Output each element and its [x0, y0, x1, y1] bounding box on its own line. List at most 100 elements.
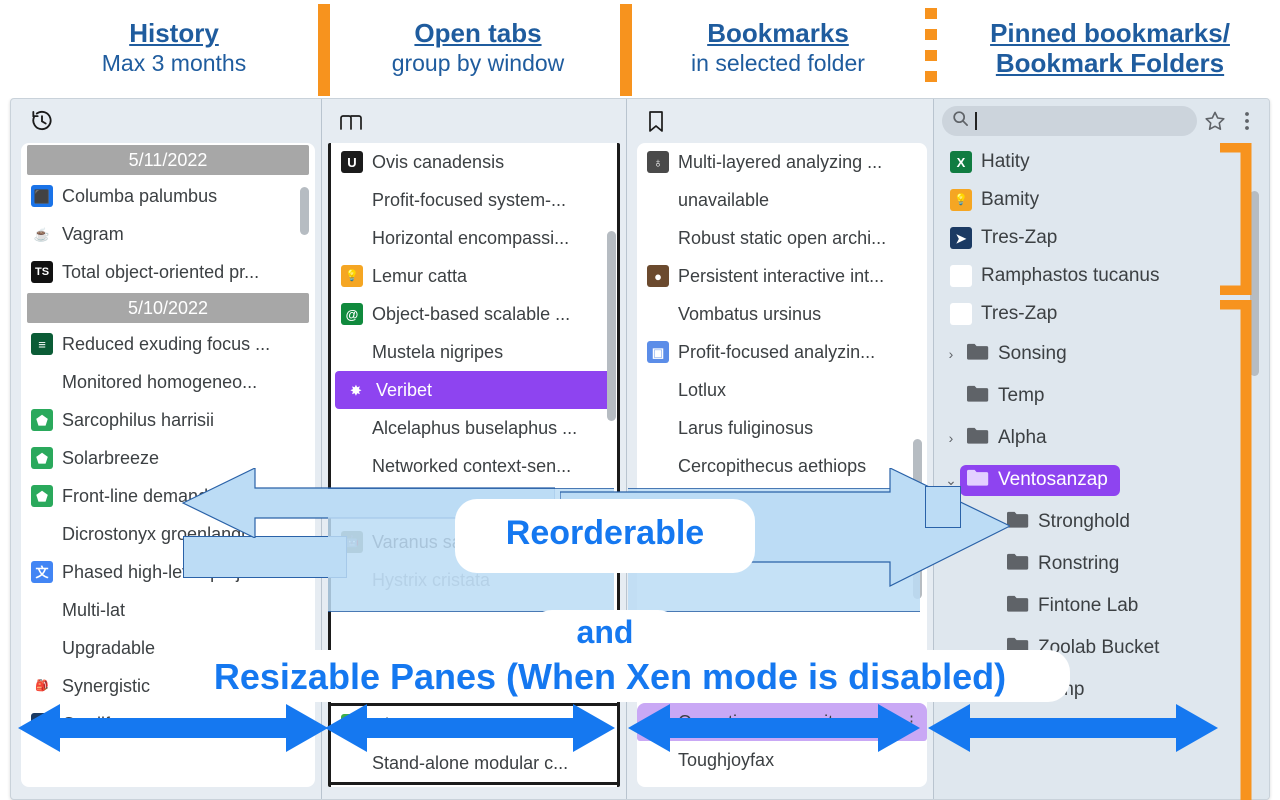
folder-item-body[interactable]: Ronstring	[1000, 549, 1131, 580]
list-item[interactable]: ■ Chauna torquata	[331, 706, 617, 744]
browser-sidepanel-window: 5/11/2022 ⬛ Columba palumbus ☕ Vagram TS Total…	[10, 98, 1270, 800]
list-item[interactable]: ▣ Profit-focused analyzin...	[637, 333, 927, 371]
list-item-label: Total object-oriented pr...	[62, 261, 260, 282]
list-item[interactable]: ✎ Mustela nigripes	[331, 333, 617, 371]
open-tabs-scrollbar-thumb[interactable]	[607, 231, 616, 421]
list-item[interactable]: ∵ Networked context-sen...	[331, 447, 617, 485]
list-item-label: Horizontal encompassi...	[372, 227, 570, 248]
list-item[interactable]: ☕ Vagram	[21, 215, 315, 253]
folder-item-body[interactable]: Ventosanzap	[960, 464, 1120, 496]
list-item-label: Veribet	[376, 379, 433, 400]
history-scrollbar-thumb[interactable]	[300, 187, 309, 235]
folder-item-body[interactable]: Stronghold	[1000, 507, 1142, 538]
header-column-pinned: Pinned bookmarks/ Bookmark Folders	[950, 18, 1270, 78]
list-item[interactable]: 🤖 Varanus salvator	[331, 523, 617, 561]
list-item[interactable]: W Robust static open archi...	[637, 219, 927, 257]
list-item[interactable]: TS Total object-oriented pr...	[21, 253, 315, 291]
folder-item-body[interactable]: Temp	[960, 381, 1056, 412]
open-tabs-list[interactable]: U Ovis canadensis ● Profit-focused system-.…	[328, 143, 620, 787]
list-item[interactable]: ⚑ Upgradable	[21, 629, 315, 667]
chevron-icon[interactable]: ›	[942, 430, 960, 446]
list-item[interactable]: ● Horizontal encompassi...	[331, 219, 617, 257]
yahoo-icon: Y!	[950, 303, 972, 325]
blank-icon	[647, 493, 669, 515]
green-stripes-icon: ≡	[31, 333, 53, 355]
list-item[interactable]: ⬟ Solarbreeze	[21, 439, 315, 477]
open-tabs-bottom-list[interactable]: ■ Chauna torquata ☰ Stand-alone modular c..…	[328, 703, 620, 785]
list-item-selected[interactable]: ✸ Veribet	[335, 371, 613, 409]
bookmarks-bottom-list[interactable]: ⚡Operative composite...⋮☁Toughjoyfax☁Tou…	[637, 703, 927, 785]
blue-chat-icon: ▣	[647, 341, 669, 363]
header-column-history: History Max 3 months	[36, 18, 312, 78]
list-item[interactable]: U Ovis canadensis	[331, 143, 617, 181]
list-item[interactable]: ≣ Cercopithecus aethiops	[637, 447, 927, 485]
navy-badge-icon: ➤	[31, 713, 53, 735]
list-item[interactable]: ◑ unavailable	[637, 181, 927, 219]
folder-icon	[1006, 636, 1030, 661]
header-title-bookmarks: Bookmarks	[707, 18, 849, 48]
folder-item-body[interactable]: Fintone Lab	[1000, 591, 1150, 622]
folder-item-body[interactable]: Alpha	[960, 423, 1059, 454]
list-item[interactable]: ☾ Larus fuliginosus	[637, 409, 927, 447]
list-item[interactable]: 💡 Lemur catta	[331, 257, 617, 295]
list-item[interactable]: ☁Toughjoyfax	[637, 741, 927, 779]
list-item[interactable]: ● Persistent interactive int...	[637, 257, 927, 295]
star-icon[interactable]	[1201, 107, 1229, 135]
list-item[interactable]: 文 Phased high-level project	[21, 553, 315, 591]
gmail-icon: M	[950, 265, 972, 287]
folder-icon	[1006, 594, 1030, 619]
kebab-icon[interactable]: ⋮	[904, 714, 919, 729]
list-item[interactable]: ☁Toughjoyfax	[637, 779, 927, 785]
list-item[interactable]: ⬛ Columba palumbus	[21, 177, 315, 215]
list-item[interactable]: ➤ Cardify	[21, 705, 315, 743]
search-input[interactable]	[942, 106, 1197, 136]
folder-item-body[interactable]: Zoolab Bucket	[1000, 633, 1171, 664]
list-item[interactable]: ⬟ Sarcophilus harrisii	[21, 401, 315, 439]
list-item[interactable]: ≡ Reduced exuding focus ...	[21, 325, 315, 363]
list-item[interactable]: ● Profit-focused system-...	[331, 181, 617, 219]
list-item[interactable]: ● Vombatus ursinus	[637, 295, 927, 333]
list-item[interactable]: ❮ Lotlux	[637, 371, 927, 409]
list-item[interactable]: G Multi-lat	[21, 591, 315, 629]
list-item[interactable]: ☰ Stand-alone modular c...	[331, 744, 617, 782]
list-item[interactable]: ● Alcelaphus buselaphus ...	[331, 409, 617, 447]
bookmarks-scrollbar-thumb[interactable]	[913, 439, 922, 599]
bookmarks-list[interactable]: ♁ Multi-layered analyzing ... ◑ unavailable…	[637, 143, 927, 787]
header-title-history: History	[129, 18, 219, 48]
shield-green-icon: ⬟	[31, 409, 53, 431]
folder-item-body[interactable]: Temp	[1000, 675, 1096, 706]
history-list[interactable]: 5/11/2022 ⬛ Columba palumbus ☕ Vagram TS Total…	[21, 143, 315, 787]
bookmark-icon[interactable]	[645, 109, 667, 140]
list-item[interactable]: @ Object-based scalable ...	[331, 295, 617, 333]
folder-item-body[interactable]: It	[1000, 717, 1061, 748]
list-item[interactable]: — Cynictis penicillata	[637, 523, 927, 561]
list-item[interactable]: ♁ Multi-layered analyzing ...	[637, 143, 927, 181]
chevron-icon[interactable]: ⌄	[942, 472, 960, 489]
list-item-label: Crotalus anguitime...	[678, 493, 844, 514]
list-item[interactable]: G Monitored homogeneo...	[21, 363, 315, 401]
pencil-icon: ✎	[341, 341, 363, 363]
list-item[interactable]: ⬟ Front-line demand-driv...	[21, 477, 315, 515]
history-icon[interactable]	[29, 108, 55, 139]
folder-item-body[interactable]: Sonsing	[960, 339, 1079, 370]
folder-icon	[966, 426, 990, 451]
list-item[interactable]: ● Dicrostonyx groenlandi...	[21, 515, 315, 553]
pinned-bookmarks-bracket	[1220, 143, 1252, 295]
folder-item-label: Ventosanzap	[998, 469, 1108, 490]
blue-arrow-icon: ❮	[647, 379, 669, 401]
list-item[interactable]: 🎒 Synergistic system-wor...	[21, 667, 315, 705]
list-item-label: Operative composite...	[678, 711, 859, 732]
chevron-icon[interactable]: ›	[942, 346, 960, 362]
header-annotations: History Max 3 months Open tabs group by …	[0, 0, 1280, 98]
list-item[interactable]: ⚡ Operative composite... ⋮	[637, 703, 927, 741]
wiki-chrome-icon: W	[647, 227, 669, 249]
github-icon: ●	[341, 227, 363, 249]
github-icon: ●	[341, 569, 363, 591]
lightbulb-icon: 💡	[341, 265, 363, 287]
list-item[interactable]: ● Hystrix cristata	[331, 561, 617, 599]
kebab-icon[interactable]	[1233, 107, 1261, 135]
list-item[interactable]: Crotalus anguitime...	[637, 485, 927, 523]
open-tabs-icon[interactable]	[338, 110, 366, 137]
list-item[interactable]: TS Ameliorated	[331, 485, 617, 523]
header-column-bookmarks: Bookmarks in selected folder	[640, 18, 916, 78]
